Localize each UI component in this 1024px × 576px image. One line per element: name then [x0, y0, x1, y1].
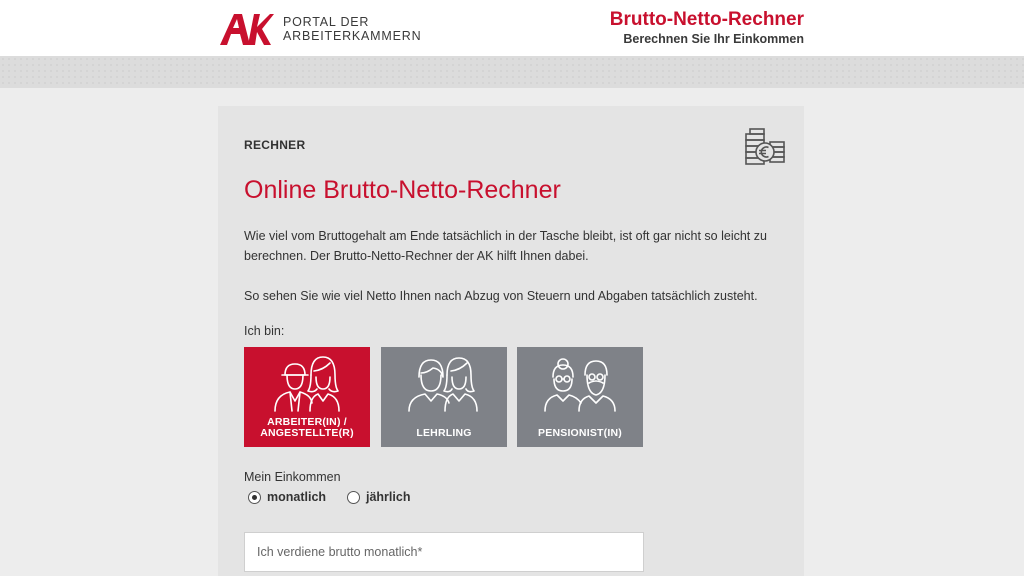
- header-subtitle: Berechnen Sie Ihr Einkommen: [623, 32, 804, 46]
- option-arbeiter-angestellte[interactable]: ARBEITER(IN) / ANGESTELLTE(R): [244, 347, 370, 447]
- radio-label: monatlich: [267, 490, 327, 504]
- ich-bin-label: Ich bin:: [244, 324, 285, 338]
- header-title: Brutto-Netto-Rechner: [609, 9, 804, 30]
- radio-label: jährlich: [366, 490, 411, 504]
- apprentice-couple-icon: [408, 357, 478, 412]
- option-label: PENSIONIST(IN): [517, 428, 643, 439]
- senior-couple-icon: [544, 358, 616, 412]
- gross-income-input[interactable]: [244, 532, 644, 572]
- intro-text-2: So sehen Sie wie viel Netto Ihnen nach A…: [244, 289, 758, 303]
- coins-euro-icon: [745, 128, 785, 165]
- portal-line2: ARBEITERKAMMERN: [283, 29, 422, 43]
- radio-monatlich[interactable]: monatlich: [248, 488, 326, 506]
- income-label: Mein Einkommen: [244, 470, 341, 484]
- option-label: LEHRLING: [381, 428, 507, 439]
- site-header: PORTAL DER ARBEITERKAMMERN Brutto-Netto-…: [0, 0, 1024, 56]
- option-pensionist[interactable]: PENSIONIST(IN): [517, 347, 643, 447]
- option-label-line1: LEHRLING: [416, 427, 472, 439]
- page-title: Online Brutto-Netto-Rechner: [244, 176, 561, 204]
- worker-couple-icon: [274, 356, 340, 412]
- option-lehrling[interactable]: LEHRLING: [381, 347, 507, 447]
- option-label-line1: PENSIONIST(IN): [538, 427, 622, 439]
- radio-circle[interactable]: [347, 490, 360, 504]
- radio-circle[interactable]: [248, 490, 261, 504]
- portal-line1: PORTAL DER: [283, 15, 370, 29]
- radio-jaehrlich[interactable]: jährlich: [347, 488, 410, 506]
- option-label: ARBEITER(IN) / ANGESTELLTE(R): [244, 417, 370, 439]
- decorative-band: [0, 56, 1024, 88]
- option-label-line2: ANGESTELLTE(R): [260, 427, 354, 439]
- portal-name: PORTAL DER ARBEITERKAMMERN: [283, 15, 421, 43]
- section-label: RECHNER: [244, 138, 306, 152]
- intro-text: Wie viel vom Bruttogehalt am Ende tatsäc…: [244, 229, 767, 263]
- ak-logo[interactable]: [218, 12, 274, 46]
